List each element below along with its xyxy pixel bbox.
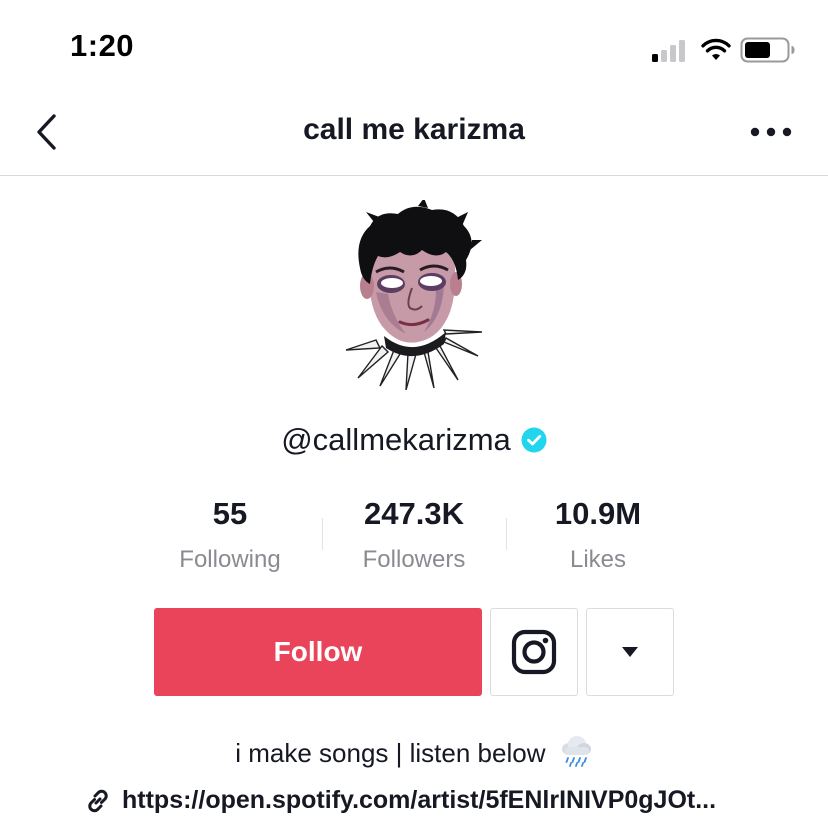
stat-followers[interactable]: 247.3K Followers: [324, 496, 504, 574]
link-icon: [88, 789, 108, 812]
bio-text: i make songs | listen below: [235, 738, 546, 768]
caret-down-icon: [622, 647, 638, 657]
stat-following-value: 55: [212, 496, 248, 531]
username: @callmekarizma: [281, 422, 511, 457]
battery-icon: [740, 37, 795, 63]
bio: i make songs | listen below: [0, 734, 828, 769]
instagram-button[interactable]: [490, 608, 578, 696]
more-options-button[interactable]: [746, 120, 796, 144]
stat-following[interactable]: 55 Following: [140, 496, 320, 574]
follow-button[interactable]: Follow: [154, 608, 482, 696]
page-title: call me karizma: [303, 113, 525, 146]
stat-following-label: Following: [179, 546, 281, 573]
wifi-icon: [701, 38, 731, 60]
stat-likes-label: Likes: [569, 546, 627, 573]
more-horizontal-icon: [750, 127, 792, 137]
username-row: @callmekarizma: [0, 422, 828, 458]
stat-followers-label: Followers: [362, 546, 466, 573]
cellular-signal-icon: [652, 40, 690, 62]
avatar[interactable]: [336, 200, 492, 390]
status-time: 1:20: [70, 28, 135, 63]
bio-link[interactable]: https://open.spotify.com/artist/5fENlrIN…: [84, 786, 716, 815]
bio-link-url[interactable]: https://open.spotify.com/artist/5fENlrIN…: [122, 786, 716, 815]
instagram-icon: [511, 629, 557, 675]
stat-separator: [506, 518, 507, 550]
stat-likes-value: 10.9M: [554, 496, 642, 531]
suggested-accounts-dropdown[interactable]: [586, 608, 674, 696]
stat-separator: [322, 518, 323, 550]
rain-cloud-icon: [561, 736, 591, 767]
verified-badge-icon: [521, 427, 547, 453]
header-divider: [0, 175, 828, 176]
stat-followers-value: 247.3K: [364, 496, 464, 531]
stat-likes[interactable]: 10.9M Likes: [508, 496, 688, 574]
